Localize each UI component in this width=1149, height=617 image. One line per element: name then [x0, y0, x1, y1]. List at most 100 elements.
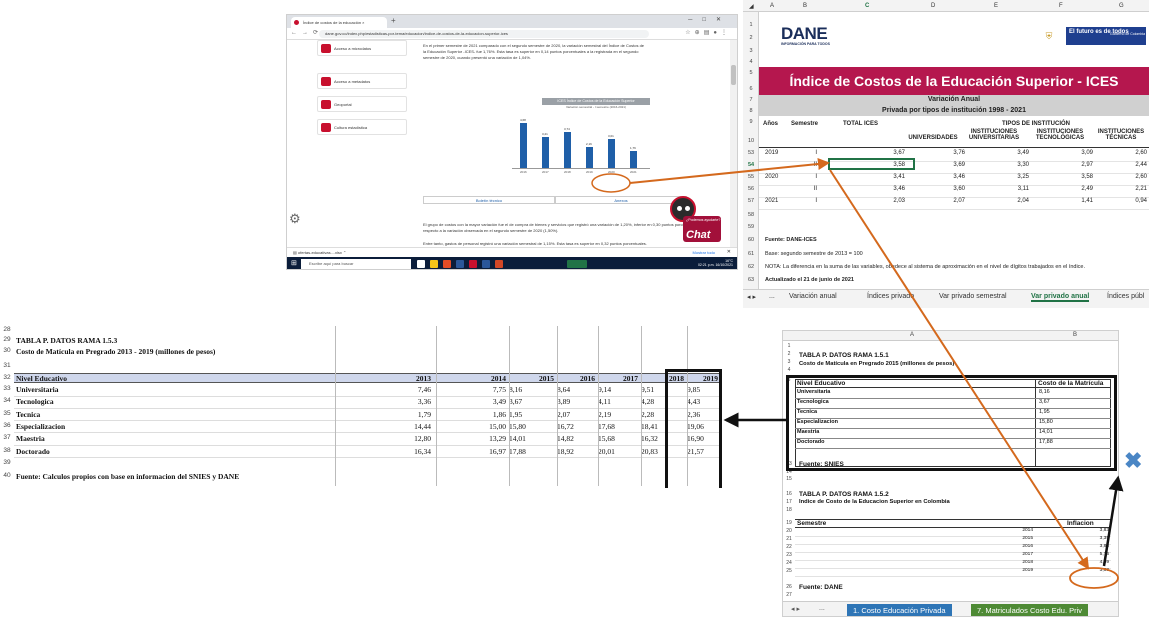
tab-anexos[interactable]: Anexos — [555, 196, 687, 204]
row-number[interactable]: 38 — [0, 447, 14, 454]
app-icon[interactable] — [482, 260, 490, 268]
value-cell[interactable]: 2,60 — [1101, 150, 1147, 156]
inflacion-cell[interactable]: 4,09 — [1069, 560, 1109, 565]
value-cell[interactable]: 2,07 — [557, 410, 570, 419]
row-number[interactable]: 4 — [783, 367, 795, 373]
col-b[interactable]: B — [803, 3, 807, 9]
value-cell[interactable]: 3,60 — [919, 186, 965, 192]
row-number[interactable]: 8 — [745, 108, 757, 114]
row-number[interactable]: 60 — [745, 237, 757, 243]
value-cell[interactable]: 2,19 — [598, 410, 611, 419]
show-all-downloads[interactable]: Mostrar todo — [693, 250, 715, 255]
nivel-cell[interactable]: Doctorado — [16, 447, 50, 456]
row-number[interactable]: 58 — [745, 212, 757, 218]
value-cell[interactable]: 2,04 — [983, 198, 1029, 204]
value-cell[interactable]: 3,89 — [557, 397, 570, 406]
row-number[interactable]: 3 — [783, 359, 795, 365]
row-number[interactable]: 2 — [745, 35, 757, 41]
value-cell[interactable]: 3,69 — [919, 162, 965, 168]
inflacion-cell[interactable]: 3,58 — [1069, 568, 1109, 573]
browser-toolbar-icons[interactable]: ☆⊕▤●⋮ — [685, 29, 731, 36]
row-number[interactable]: 59 — [745, 224, 757, 230]
value-cell[interactable]: 7,46 — [393, 385, 431, 394]
value-cell[interactable]: 2,07 — [919, 198, 965, 204]
url-field[interactable]: dane.gov.co/index.php/estadisticas-por-t… — [319, 30, 649, 38]
value-cell[interactable]: 3,67 — [859, 150, 905, 156]
semester-cell[interactable]: I — [803, 174, 817, 180]
inflacion-cell[interactable]: 3,35 — [1069, 536, 1109, 541]
row-number[interactable]: 10 — [745, 138, 757, 144]
row-number[interactable]: 56 — [745, 186, 757, 192]
sheet-more[interactable]: ... — [769, 293, 775, 300]
row-number[interactable]: 9 — [745, 119, 757, 125]
semester-cell[interactable]: I — [803, 198, 817, 204]
semester-cell[interactable]: II — [803, 186, 817, 192]
value-cell[interactable]: 17,88 — [509, 447, 526, 456]
value-cell[interactable]: 16,32 — [641, 434, 658, 443]
value-cell[interactable]: 3,09 — [1047, 150, 1093, 156]
col-b[interactable]: B — [1073, 332, 1077, 338]
col-e[interactable]: E — [994, 3, 998, 9]
sidebar-item-microdatos[interactable]: Acceso a microdatos — [317, 40, 407, 56]
value-cell[interactable]: 2,49 — [1047, 186, 1093, 192]
semestre-cell[interactable]: 2014 — [993, 528, 1033, 533]
sheet-nav-icon[interactable]: ◂ ▸ — [791, 605, 800, 613]
row-number[interactable]: 22 — [783, 544, 795, 550]
value-cell[interactable]: 3,11 — [983, 186, 1029, 192]
row-number[interactable]: 3 — [745, 48, 757, 54]
close-icon[interactable]: ✕ — [727, 249, 731, 255]
browser-tab[interactable]: Índice de costos de la educación × — [291, 17, 387, 28]
value-cell[interactable]: 16,34 — [393, 447, 431, 456]
row-number[interactable]: 20 — [783, 528, 795, 534]
col-d[interactable]: D — [931, 3, 935, 9]
col-g[interactable]: G — [1119, 3, 1124, 9]
row-number[interactable]: 18 — [783, 507, 795, 513]
value-cell[interactable]: 2,03 — [859, 198, 905, 204]
row-number[interactable]: 37 — [0, 434, 14, 441]
chrome-icon[interactable] — [443, 260, 451, 268]
file-explorer-icon[interactable] — [430, 260, 438, 268]
row-number[interactable]: 35 — [0, 410, 14, 417]
selected-cell[interactable] — [828, 158, 915, 170]
sheet-var-privado-semestral[interactable]: Var privado semestral — [939, 293, 1007, 300]
sidebar-item-geoportal[interactable]: Geoportal — [317, 96, 407, 112]
value-cell[interactable]: 3,30 — [983, 162, 1029, 168]
nivel-cell[interactable]: Tecnologica — [16, 397, 54, 406]
row-number[interactable]: 33 — [0, 385, 14, 392]
value-cell[interactable]: 13,29 — [468, 434, 506, 443]
value-cell[interactable]: 17,68 — [598, 422, 615, 431]
value-cell[interactable]: 15,68 — [598, 434, 615, 443]
nivel-cell[interactable]: Maestria — [16, 434, 45, 443]
windows-start-icon[interactable]: ⊞ — [291, 260, 299, 268]
sheet-var-privado-anual[interactable]: Var privado anual — [1031, 293, 1090, 302]
value-cell[interactable]: 4,11 — [598, 397, 611, 406]
value-cell[interactable]: 18,92 — [557, 447, 574, 456]
value-cell[interactable]: 3,49 — [468, 397, 506, 406]
row-number[interactable]: 15 — [783, 476, 795, 482]
nivel-cell[interactable]: Tecnica — [16, 410, 40, 419]
row-number[interactable]: 1 — [745, 22, 757, 28]
row-number[interactable]: 24 — [783, 560, 795, 566]
value-cell[interactable]: 3,49 — [983, 150, 1029, 156]
task-view-icon[interactable] — [417, 260, 425, 268]
nivel-cell[interactable]: Especializacion — [16, 422, 65, 431]
powerpoint-icon[interactable] — [495, 260, 503, 268]
inflacion-cell[interactable]: 3,83 — [1069, 544, 1109, 549]
row-number[interactable]: 16 — [783, 491, 795, 497]
chat-button[interactable]: ¿Podemos ayudarte? Chat — [683, 216, 721, 242]
value-cell[interactable]: 3,58 — [1047, 174, 1093, 180]
row-number[interactable]: 63 — [745, 277, 757, 283]
value-cell[interactable]: 12,80 — [393, 434, 431, 443]
value-cell[interactable]: 9,14 — [598, 385, 611, 394]
value-cell[interactable]: 1,79 — [393, 410, 431, 419]
value-cell[interactable]: 7,75 — [468, 385, 506, 394]
row-number[interactable]: 36 — [0, 422, 14, 429]
value-cell[interactable]: 18,41 — [641, 422, 658, 431]
row-number[interactable]: 2 — [783, 351, 795, 357]
value-cell[interactable]: 3,36 — [393, 397, 431, 406]
value-cell[interactable]: 14,44 — [393, 422, 431, 431]
semestre-cell[interactable]: 2019 — [993, 568, 1033, 573]
value-cell[interactable]: 8,16 — [509, 385, 522, 394]
value-cell[interactable]: 1,95 — [509, 410, 522, 419]
row-number[interactable]: 34 — [0, 397, 14, 404]
